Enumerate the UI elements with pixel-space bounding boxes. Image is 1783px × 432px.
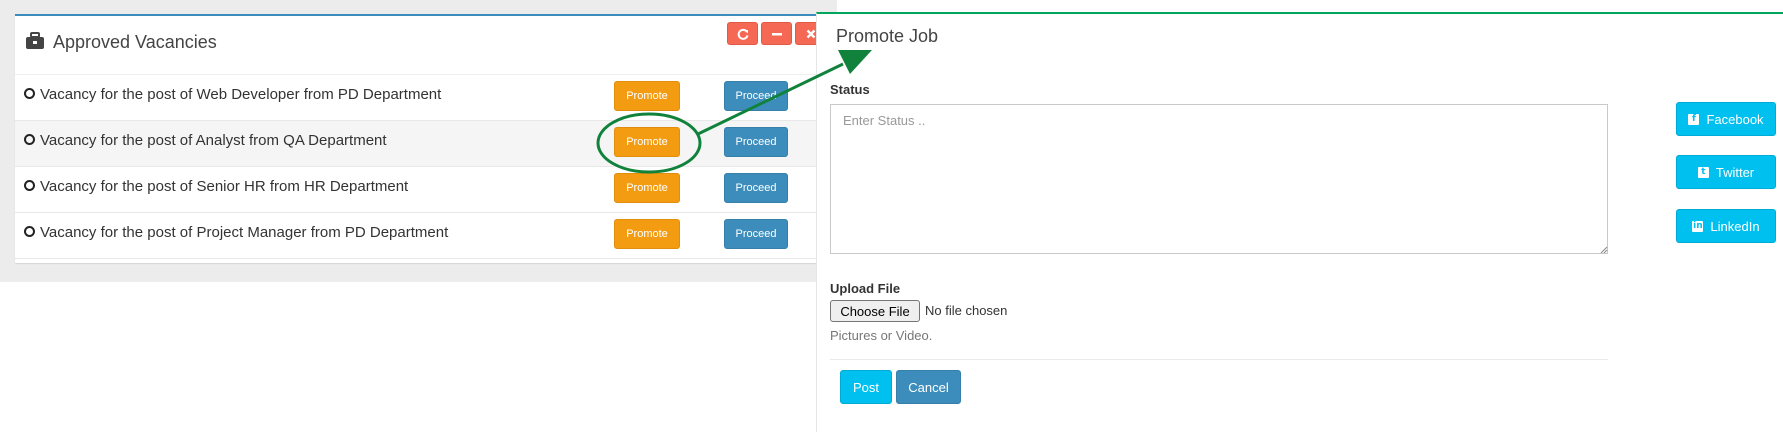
radio-icon[interactable] xyxy=(24,88,35,99)
radio-icon[interactable] xyxy=(24,134,35,145)
promote-button[interactable]: Promote xyxy=(614,173,680,203)
linkedin-icon: in xyxy=(1692,220,1704,232)
refresh-button[interactable] xyxy=(727,22,758,45)
vacancy-row: Vacancy for the post of Analyst from QA … xyxy=(15,121,827,167)
promote-button[interactable]: Promote xyxy=(614,81,680,111)
post-button[interactable]: Post xyxy=(840,370,892,404)
promote-button[interactable]: Promote xyxy=(614,127,680,157)
left-background: Approved Vacancies Vacancy for the post … xyxy=(0,0,837,282)
choose-file-button[interactable]: Choose File xyxy=(830,300,920,322)
proceed-button[interactable]: Proceed xyxy=(724,81,788,111)
facebook-label: Facebook xyxy=(1706,111,1764,127)
help-text: Pictures or Video. xyxy=(830,328,933,343)
proceed-button[interactable]: Proceed xyxy=(724,219,788,249)
briefcase-icon xyxy=(26,32,44,49)
close-icon xyxy=(806,29,815,38)
proceed-button[interactable]: Proceed xyxy=(724,173,788,203)
twitter-icon: t xyxy=(1697,166,1709,178)
vacancy-row: Vacancy for the post of Senior HR from H… xyxy=(15,167,827,213)
panel-header: Approved Vacancies xyxy=(15,16,827,75)
refresh-icon xyxy=(737,28,748,40)
resize-grip-icon[interactable] xyxy=(1600,246,1608,254)
approved-vacancies-panel: Approved Vacancies Vacancy for the post … xyxy=(15,14,827,263)
radio-icon[interactable] xyxy=(24,226,35,237)
status-textarea[interactable] xyxy=(830,104,1608,254)
status-label: Status xyxy=(830,82,870,97)
vacancy-row: Vacancy for the post of Project Manager … xyxy=(15,213,827,259)
linkedin-label: LinkedIn xyxy=(1710,218,1760,234)
minimize-button[interactable] xyxy=(761,22,792,45)
divider xyxy=(830,359,1608,360)
twitter-label: Twitter xyxy=(1715,164,1755,180)
proceed-button[interactable]: Proceed xyxy=(724,127,788,157)
vacancy-row: Vacancy for the post of Web Developer fr… xyxy=(15,75,827,121)
radio-icon[interactable] xyxy=(24,180,35,191)
facebook-icon: f xyxy=(1688,113,1700,125)
promote-button[interactable]: Promote xyxy=(614,219,680,249)
panel-title: Approved Vacancies xyxy=(53,32,217,52)
panel-title: Promote Job xyxy=(836,26,939,46)
facebook-button[interactable]: f Facebook xyxy=(1676,102,1776,136)
twitter-button[interactable]: t Twitter xyxy=(1676,155,1776,189)
vacancy-text: Vacancy for the post of Analyst from QA … xyxy=(40,132,387,149)
vacancy-text: Vacancy for the post of Senior HR from H… xyxy=(40,178,409,195)
linkedin-button[interactable]: in LinkedIn xyxy=(1676,209,1776,243)
cancel-button[interactable]: Cancel xyxy=(896,370,961,404)
vacancy-text: Vacancy for the post of Web Developer fr… xyxy=(40,86,442,103)
vacancy-text: Vacancy for the post of Project Manager … xyxy=(40,224,449,241)
promote-job-panel: Promote Job Status Upload File Choose Fi… xyxy=(816,12,1783,432)
file-status: No file chosen xyxy=(925,303,1008,318)
minus-icon xyxy=(771,32,782,35)
upload-label: Upload File xyxy=(830,281,901,296)
